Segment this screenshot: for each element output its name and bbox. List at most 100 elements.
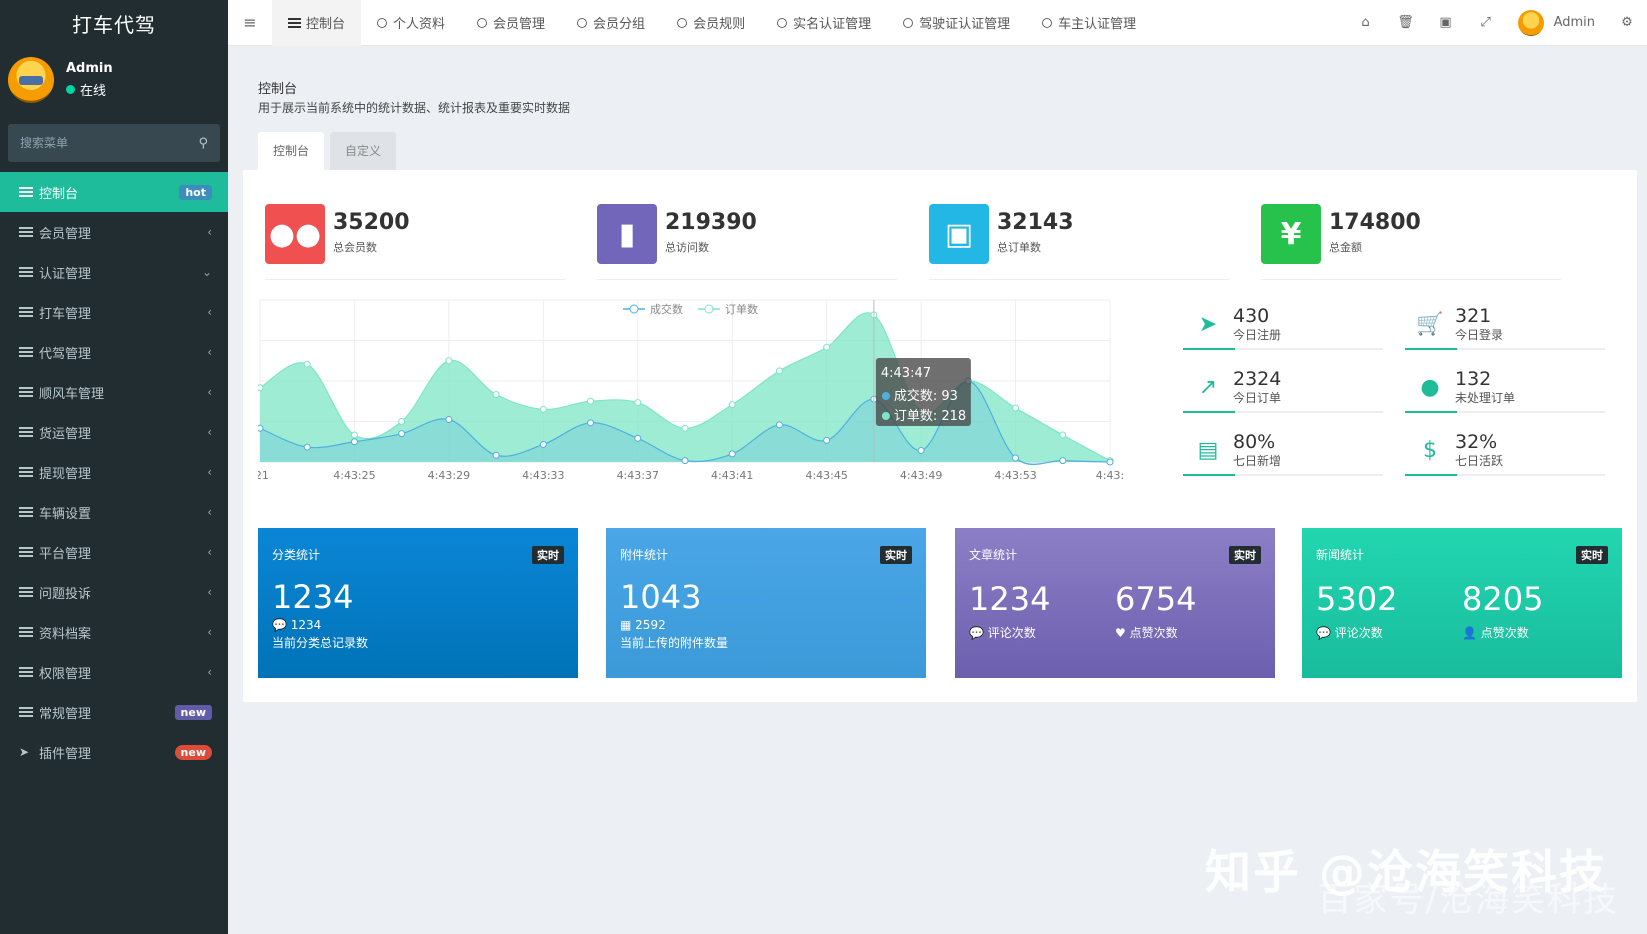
top-tab-7[interactable]: 车主认证管理 — [1026, 0, 1152, 46]
top-tab-label: 个人资料 — [393, 17, 446, 32]
watermark-secondary: 百家号/沧海笑科技 — [1317, 880, 1619, 920]
file-icon: ▦ — [620, 618, 632, 632]
tile-comments-label: 评论次数 — [987, 626, 1036, 640]
circle-icon — [377, 17, 388, 28]
sidebar-item-14[interactable]: ➤ 插件管理 new — [0, 732, 228, 772]
chevron-icon: ⌄ — [201, 265, 212, 279]
stat-card-0[interactable]: ●● 35200 总会员数 — [265, 204, 565, 280]
top-tab-3[interactable]: 会员分组 — [561, 0, 661, 46]
menu-toggle-icon[interactable]: ≡ — [228, 13, 272, 32]
data-point — [303, 443, 311, 451]
data-point — [728, 450, 736, 458]
stat-card-3[interactable]: ¥174800 总金额 — [1261, 204, 1561, 280]
tile-article[interactable]: 文章统计 实时 1234 💬 评论次数 6754 ♥ 点赞次数 — [955, 528, 1275, 678]
data-point — [350, 438, 358, 446]
rocket-icon: ➤ — [1198, 311, 1218, 337]
fullscreen-icon[interactable]: ⤢ — [1466, 15, 1506, 30]
sidebar-item-5[interactable]: 顺风车管理 ‹ — [0, 372, 228, 412]
stat-value: 32143 — [997, 210, 1074, 235]
data-point — [258, 384, 264, 392]
legend-marker — [704, 304, 714, 314]
top-tab-6[interactable]: 驾驶证认证管理 — [887, 0, 1026, 46]
stat-label: 总订单数 — [997, 241, 1041, 254]
tooltip-time: 4:43:47 — [881, 366, 931, 381]
stat-cards: ●● 35200 总会员数 ▮ 219390 总访问数 ▣ 32143 总订单数 ¥174800 总… — [243, 170, 1637, 290]
online-dot-icon — [66, 85, 75, 94]
circle-icon — [477, 17, 488, 28]
tile-category[interactable]: 分类统计 实时 1234 💬 1234 当前分类总记录数 — [258, 528, 578, 678]
data-point — [823, 436, 831, 444]
stat-tiles: 分类统计 实时 1234 💬 1234 当前分类总记录数 附件统计 实时 1043 … — [258, 528, 1622, 678]
mini-stat-value: 430 — [1233, 304, 1270, 327]
shopping-bag-icon: ▣ — [929, 204, 989, 264]
top-tab-1[interactable]: 个人资料 — [361, 0, 461, 46]
top-user-menu[interactable]: Admin — [1506, 9, 1607, 36]
mini-stat-value: 32% — [1455, 430, 1498, 453]
list-icon — [19, 387, 33, 397]
chevron-icon: ‹ — [207, 385, 212, 399]
chevron-icon: ‹ — [207, 465, 212, 479]
sidebar-item-label: 货运管理 — [39, 426, 92, 442]
top-tab-0[interactable]: 控制台 — [272, 0, 362, 46]
top-tab-4[interactable]: 会员规则 — [661, 0, 761, 46]
sidebar-item-4[interactable]: 代驾管理 ‹ — [0, 332, 228, 372]
stat-card-1[interactable]: ▮ 219390 总访问数 — [597, 204, 897, 280]
data-point — [587, 419, 595, 427]
list-icon — [19, 667, 33, 677]
tab-dashboard[interactable]: 控制台 — [258, 132, 325, 170]
yen-icon: ¥ — [1261, 204, 1321, 264]
data-point — [1059, 457, 1067, 465]
settings-icon[interactable]: ⚙ — [1607, 15, 1647, 30]
home-icon[interactable]: ⌂ — [1346, 15, 1386, 30]
sidebar-item-7[interactable]: 提现管理 ‹ — [0, 452, 228, 492]
sidebar-item-10[interactable]: 问题投诉 ‹ — [0, 572, 228, 612]
stat-label: 总访问数 — [665, 241, 709, 254]
sidebar-item-2[interactable]: 认证管理 ⌄ — [0, 252, 228, 292]
tile-likes-label: 点赞次数 — [1480, 626, 1529, 640]
x-tick-label: 4:43:49 — [900, 469, 942, 482]
mini-stat-label: 今日订单 — [1233, 390, 1282, 405]
sidebar-item-8[interactable]: 车辆设置 ‹ — [0, 492, 228, 532]
chevron-icon: ‹ — [207, 505, 212, 519]
mini-stat-2: ↗ 2324 今日订单 — [1183, 363, 1383, 413]
sidebar-item-11[interactable]: 资料档案 ‹ — [0, 612, 228, 652]
sidebar-item-label: 会员管理 — [39, 226, 92, 242]
menu-search: ⚲ — [8, 124, 220, 162]
brand-title[interactable]: 打车代驾 — [0, 0, 228, 46]
sidebar-item-13[interactable]: 常规管理 new — [0, 692, 228, 732]
menu-search-input[interactable] — [20, 136, 170, 150]
tab-custom[interactable]: 自定义 — [330, 132, 397, 170]
top-tab-label: 车主认证管理 — [1058, 17, 1137, 32]
dashboard-icon — [288, 17, 301, 28]
data-point — [492, 451, 500, 459]
chevron-icon: ‹ — [207, 305, 212, 319]
tile-title: 附件统计 — [620, 548, 669, 562]
trash-icon[interactable]: 🗑 — [1386, 15, 1426, 30]
top-avatar — [1517, 9, 1544, 36]
data-point — [587, 397, 595, 405]
data-point — [539, 405, 547, 413]
sidebar-item-0[interactable]: 控制台 hot — [0, 172, 228, 212]
top-tab-5[interactable]: 实名认证管理 — [761, 0, 887, 46]
sidebar-item-6[interactable]: 货运管理 ‹ — [0, 412, 228, 452]
tile-likes-value: 6754 — [1115, 580, 1197, 618]
stat-card-2[interactable]: ▣ 32143 总订单数 — [929, 204, 1229, 280]
data-point — [634, 399, 642, 407]
line-chart[interactable]: :21 4:43:25 4:43:29 4:43:33 4:43:37 4:43:41 4:… — [258, 298, 1138, 488]
sidebar-item-12[interactable]: 权限管理 ‹ — [0, 652, 228, 692]
data-point — [398, 430, 406, 438]
sidebar-menu: 控制台 hot 会员管理 ‹ 认证管理 ⌄ 打车管理 ‹ 代驾管理 ‹ 顺风车管理 ‹ 货运管理 ‹ 提现管… — [0, 172, 228, 772]
sidebar-item-9[interactable]: 平台管理 ‹ — [0, 532, 228, 572]
tile-news[interactable]: 新闻统计 实时 5302 💬 评论次数 8205 👤 点赞次数 — [1302, 528, 1622, 678]
search-icon[interactable]: ⚲ — [198, 136, 208, 151]
top-tab-2[interactable]: 会员管理 — [461, 0, 561, 46]
sidebar-item-3[interactable]: 打车管理 ‹ — [0, 292, 228, 332]
sidebar-item-1[interactable]: 会员管理 ‹ — [0, 212, 228, 252]
sidebar-item-label: 插件管理 — [39, 746, 92, 762]
comment-icon: 💬 — [969, 626, 984, 640]
tile-attachment[interactable]: 附件统计 实时 1043 ▦ 2592 当前上传的附件数量 — [606, 528, 926, 678]
language-icon[interactable]: ▣ — [1426, 15, 1466, 30]
tooltip-line1: 成交数: 93 — [894, 388, 958, 404]
data-point — [681, 457, 689, 465]
data-point — [1012, 454, 1020, 462]
